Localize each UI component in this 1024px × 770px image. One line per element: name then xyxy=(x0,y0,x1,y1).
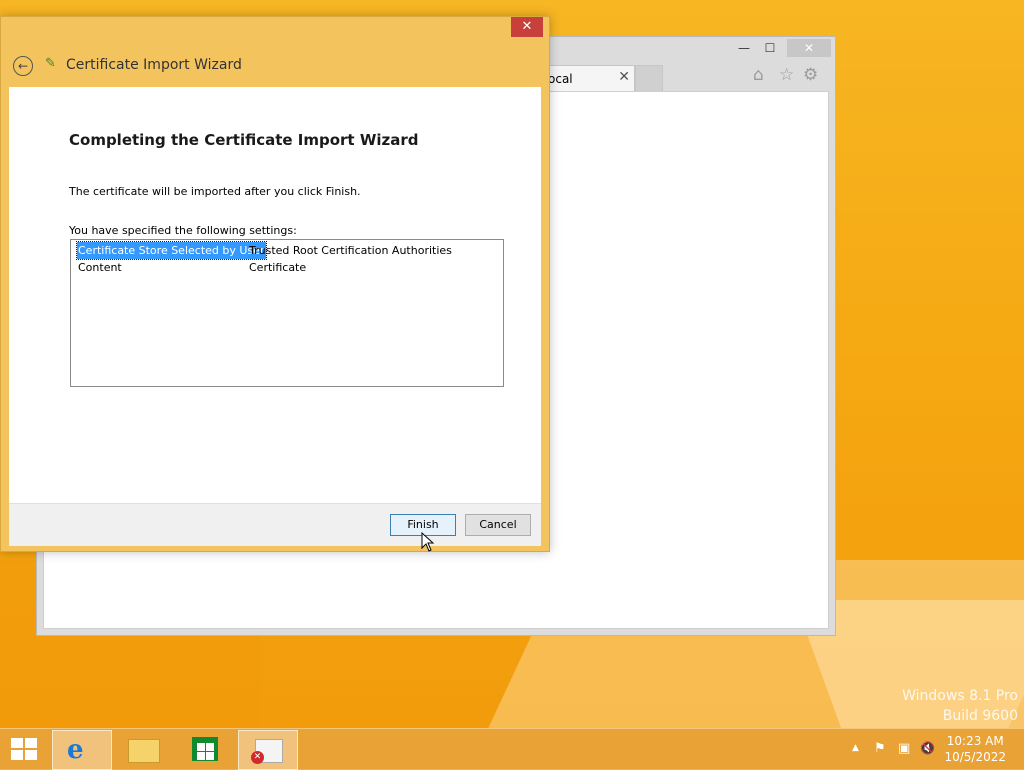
windows-logo-icon xyxy=(11,738,23,748)
certificate-wizard-icon: ✎ xyxy=(45,56,56,71)
certificate-import-wizard-dialog: ✕ ← ✎ Certificate Import Wizard Completi… xyxy=(0,16,550,552)
taskbar-store[interactable] xyxy=(176,730,234,768)
clock[interactable]: 10:23 AM 10/5/2022 xyxy=(944,733,1006,765)
setting-value: Certificate xyxy=(249,261,307,274)
taskbar-file-explorer[interactable] xyxy=(114,730,172,768)
settings-label: You have specified the following setting… xyxy=(69,224,297,237)
watermark-build: Build 9600 xyxy=(942,708,1018,724)
minimize-button[interactable]: — xyxy=(731,39,757,57)
show-hidden-icons-icon[interactable]: ▲ xyxy=(852,743,859,753)
taskbar-certificate-wizard[interactable]: ✕ xyxy=(238,730,298,770)
page-heading: Completing the Certificate Import Wizard xyxy=(69,131,419,149)
mouse-cursor-icon xyxy=(421,532,435,552)
windows-watermark: Windows 8.1 Pro Build 9600 xyxy=(902,686,1018,726)
new-tab-button[interactable] xyxy=(635,65,663,92)
home-icon[interactable]: ⌂ xyxy=(753,65,764,85)
start-button[interactable] xyxy=(10,737,38,761)
close-button[interactable]: ✕ xyxy=(787,39,831,57)
favorites-star-icon[interactable]: ☆ xyxy=(779,65,794,85)
store-icon xyxy=(192,737,218,761)
dialog-header: ← ✎ Certificate Import Wizard xyxy=(9,49,541,87)
cancel-button[interactable]: Cancel xyxy=(465,514,531,536)
volume-muted-icon[interactable]: 🔇 xyxy=(920,741,935,755)
back-arrow-icon[interactable]: ← xyxy=(13,56,33,76)
internet-explorer-icon: e xyxy=(67,735,84,765)
browser-tab[interactable]: ocal ✕ xyxy=(543,65,635,92)
list-item[interactable]: Content Certificate xyxy=(77,259,497,276)
settings-gear-icon[interactable]: ⚙ xyxy=(803,65,818,85)
dialog-close-button[interactable]: ✕ xyxy=(511,17,543,37)
network-icon[interactable]: ▣ xyxy=(898,741,910,756)
tab-close-icon[interactable]: ✕ xyxy=(618,69,630,85)
taskbar: e ✕ ▲ ⚑ ▣ 🔇 10:23 AM 10/5/2022 xyxy=(0,728,1024,770)
setting-key: Content xyxy=(78,261,122,274)
folder-icon xyxy=(128,739,160,763)
windows-logo-icon xyxy=(11,750,23,760)
error-badge-icon: ✕ xyxy=(251,751,264,764)
windows-logo-icon xyxy=(25,738,37,748)
setting-key: Certificate Store Selected by User xyxy=(75,241,268,260)
info-text: The certificate will be imported after y… xyxy=(69,185,361,198)
dialog-body: Completing the Certificate Import Wizard… xyxy=(9,87,541,503)
taskbar-internet-explorer[interactable]: e xyxy=(52,730,112,770)
dialog-title: Certificate Import Wizard xyxy=(66,57,242,73)
clock-time: 10:23 AM xyxy=(946,734,1004,748)
settings-list[interactable]: Certificate Store Selected by User Trust… xyxy=(70,239,504,387)
dialog-footer: Finish Cancel xyxy=(9,503,541,546)
windows-logo-icon xyxy=(25,750,37,760)
maximize-button[interactable]: ☐ xyxy=(757,39,783,57)
action-center-flag-icon[interactable]: ⚑ xyxy=(874,741,886,756)
list-item[interactable]: Certificate Store Selected by User Trust… xyxy=(75,241,497,260)
tab-label: ocal xyxy=(548,72,573,86)
setting-value: Trusted Root Certification Authorities xyxy=(249,244,452,257)
clock-date: 10/5/2022 xyxy=(944,750,1006,764)
watermark-edition: Windows 8.1 Pro xyxy=(902,688,1018,704)
